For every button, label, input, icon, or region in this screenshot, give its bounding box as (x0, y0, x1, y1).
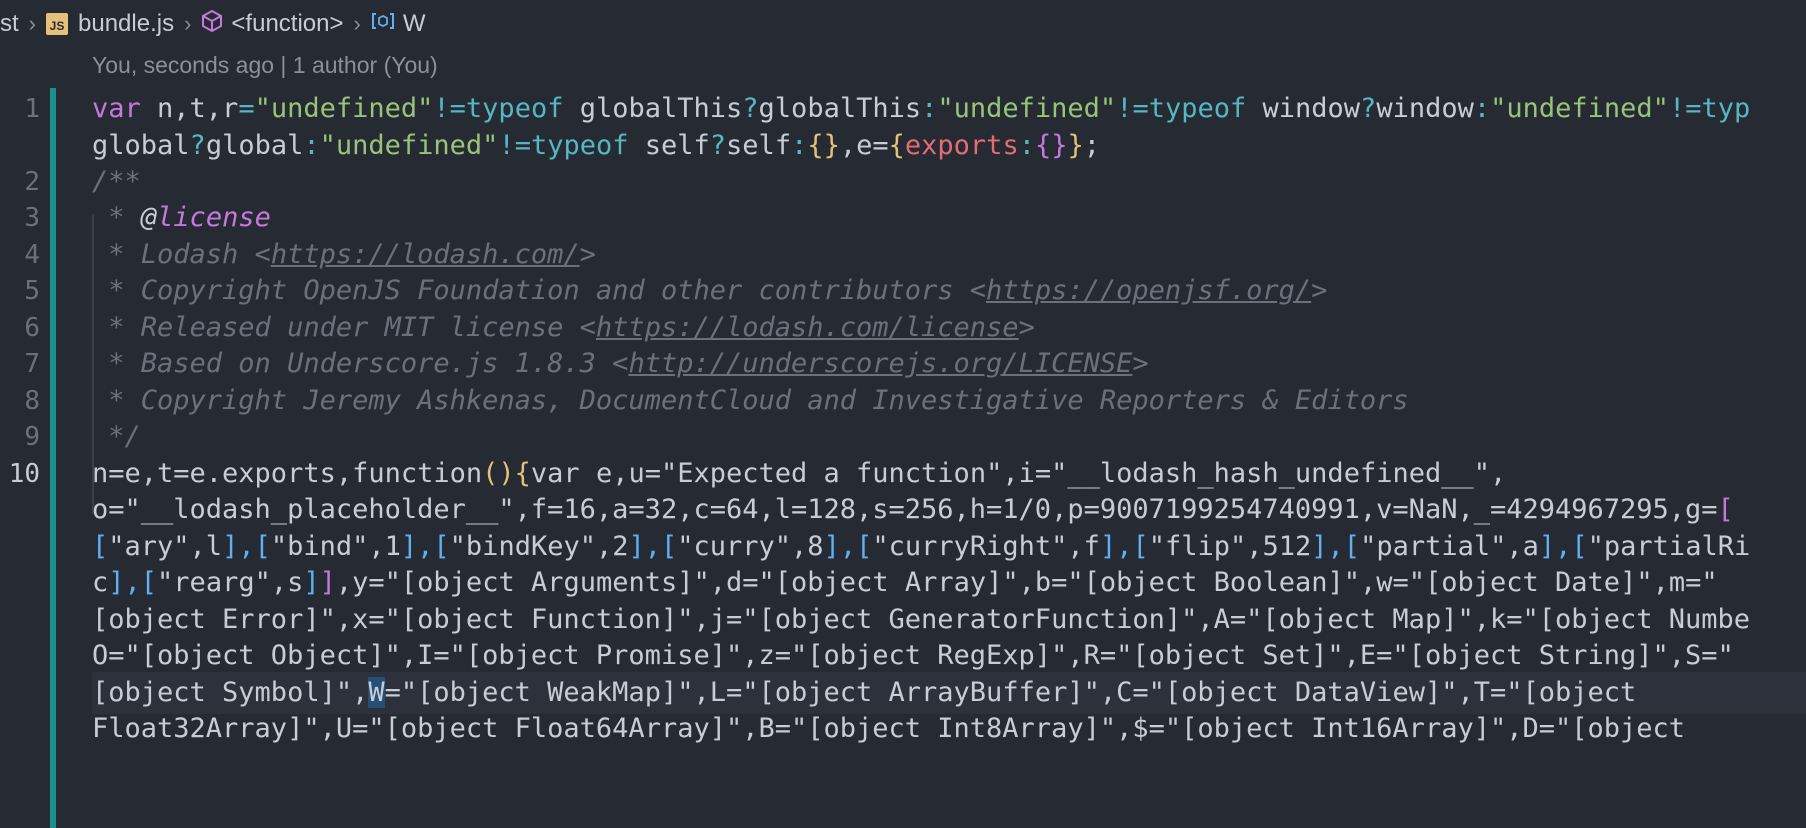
code-line: o="__lodash_placeholder__",f=16,a=32,c=6… (92, 494, 1734, 525)
code-line: */ (92, 421, 141, 452)
code-line: Float32Array]",U="[object Float64Array]"… (92, 713, 1686, 744)
code-line: O="[object Object]",I="[object Promise]"… (92, 640, 1734, 671)
breadcrumb-symbol[interactable]: W (403, 10, 426, 38)
comment-link[interactable]: https://openjsf.org/ (986, 275, 1311, 306)
line-number: 10 (8, 459, 40, 489)
code-line: * @license (92, 202, 271, 233)
git-blame-codelens[interactable]: You, seconds ago | 1 author (You) (92, 52, 438, 79)
code-line: * Based on Underscore.js 1.8.3 <http://u… (92, 348, 1149, 379)
chevron-right-icon: › (28, 11, 36, 36)
git-change-indicator[interactable] (50, 88, 56, 828)
comment-link[interactable]: http://underscorejs.org/LICENSE (628, 348, 1132, 379)
comment-link[interactable]: https://lodash.com/license (596, 312, 1019, 343)
chevron-right-icon: › (353, 11, 361, 36)
javascript-file-icon: JS (46, 13, 68, 35)
line-number: 3 (24, 203, 40, 233)
function-cube-icon (201, 9, 223, 40)
line-number: 7 (24, 349, 40, 379)
code-line: var n,t,r="undefined"!=typeof globalThis… (92, 93, 1751, 124)
breadcrumb-folder[interactable]: st (0, 10, 19, 38)
code-line: * Copyright OpenJS Foundation and other … (92, 275, 1328, 306)
text-cursor-selection[interactable]: W (368, 677, 385, 708)
line-number: 9 (24, 422, 40, 452)
variable-icon (371, 10, 395, 38)
chevron-right-icon: › (184, 11, 192, 36)
line-number: 1 (24, 94, 40, 124)
breadcrumb-file[interactable]: bundle.js (78, 10, 174, 38)
breadcrumb-function[interactable]: <function> (231, 10, 343, 38)
code-line: c],["rearg",s]],y="[object Arguments]",d… (92, 567, 1718, 598)
line-number: 5 (24, 276, 40, 306)
breadcrumb: st › JS bundle.js › <function> › W (0, 0, 425, 48)
code-line: * Copyright Jeremy Ashkenas, DocumentClo… (92, 385, 1409, 416)
code-line: global?global:"undefined"!=typeof self?s… (92, 130, 1101, 161)
comment-link[interactable]: https://lodash.com/ (271, 239, 580, 270)
